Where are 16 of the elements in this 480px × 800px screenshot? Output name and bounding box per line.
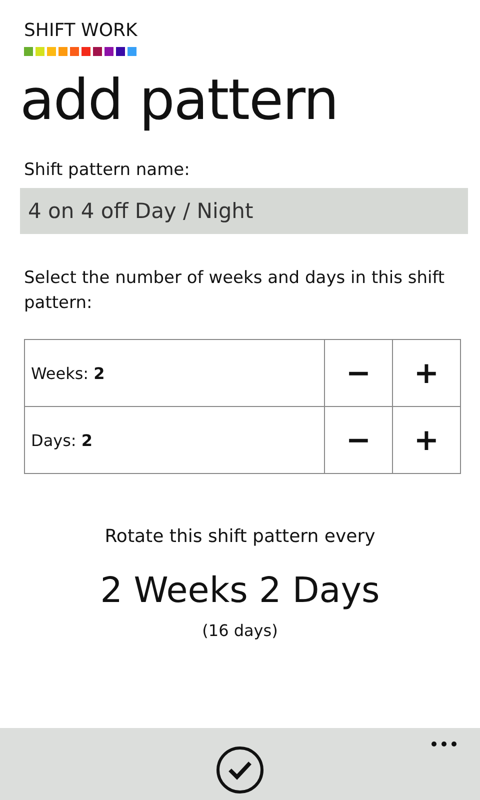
instruction-text: Select the number of weeks and days in this shift pattern: bbox=[24, 267, 446, 315]
increment-button[interactable]: + bbox=[393, 340, 460, 406]
rotate-total: (16 days) bbox=[202, 621, 278, 640]
app-title: SHIFT WORK bbox=[24, 20, 138, 42]
field-label: Shift pattern name: bbox=[24, 160, 191, 180]
counter-label: Weeks: 2 bbox=[24, 340, 324, 406]
counter-label: Days: 2 bbox=[24, 406, 324, 474]
increment-button[interactable]: + bbox=[393, 407, 460, 473]
decrement-button[interactable]: − bbox=[325, 340, 392, 406]
checkmark-icon[interactable] bbox=[216, 746, 264, 794]
rotate-value: 2 Weeks 2 Days bbox=[100, 571, 380, 611]
decrement-button[interactable]: − bbox=[325, 407, 392, 473]
pattern-name-field[interactable]: 4 on 4 off Day / Night bbox=[20, 188, 468, 234]
more-icon[interactable] bbox=[430, 740, 458, 748]
rotate-caption: Rotate this shift pattern every bbox=[104, 526, 376, 547]
page-title: add pattern bbox=[20, 67, 338, 135]
